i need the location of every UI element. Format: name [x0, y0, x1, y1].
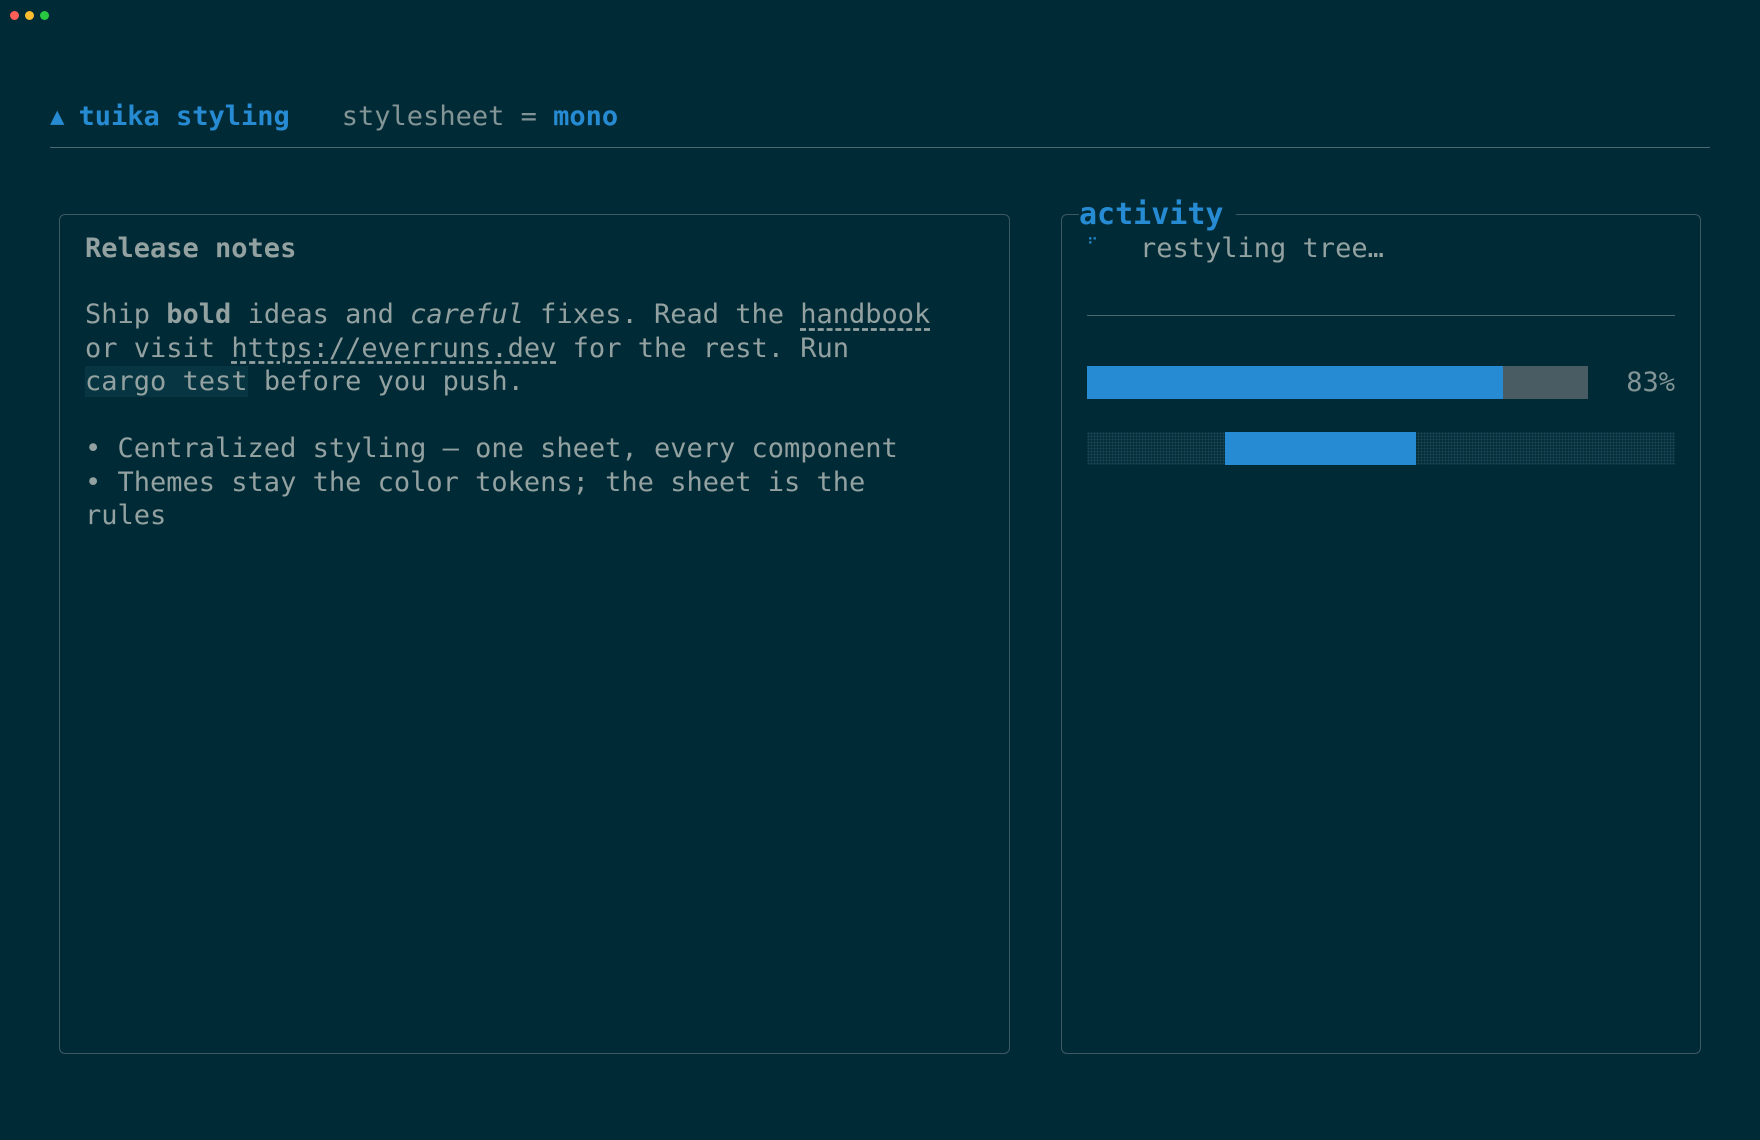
progress-bar-fill — [1087, 366, 1503, 399]
list-item: • Centralized styling — one sheet, every… — [85, 433, 898, 464]
list-item-continuation: rules — [85, 500, 167, 531]
activity-panel — [1061, 214, 1701, 1054]
inline-code: cargo test — [85, 366, 248, 397]
progress-percent: 83% — [1626, 367, 1675, 398]
notes-list: • Centralized styling — one sheet, every… — [85, 432, 898, 533]
stylesheet-value: mono — [553, 100, 619, 132]
window-controls — [10, 11, 49, 20]
close-button[interactable] — [10, 11, 19, 20]
app-header: ▲ tuika styling stylesheet = mono — [50, 96, 618, 136]
activity-divider — [1087, 315, 1675, 316]
minimize-button[interactable] — [25, 11, 34, 20]
bold-text: bold — [166, 299, 232, 330]
italic-text: careful — [410, 299, 524, 330]
activity-title: activity — [1079, 197, 1236, 233]
notes-paragraph: Ship bold ideas and careful fixes. Read … — [85, 299, 931, 397]
progress-bar — [1087, 366, 1588, 399]
indeterminate-progress-track — [1087, 432, 1675, 465]
indeterminate-progress-chunk — [1225, 432, 1417, 465]
zoom-button[interactable] — [40, 11, 49, 20]
spinner-icon: ⠋ — [1087, 235, 1098, 253]
handbook-link[interactable]: handbook — [800, 299, 930, 330]
header-divider — [50, 147, 1710, 148]
everruns-link[interactable]: https://everruns.dev — [231, 333, 556, 364]
app-title: tuika styling — [78, 100, 290, 132]
stylesheet-key: stylesheet — [341, 100, 505, 132]
equals-sign: = — [520, 100, 537, 132]
list-item: • Themes stay the color tokens; the shee… — [85, 466, 866, 498]
activity-status: restyling tree… — [1140, 233, 1384, 264]
notes-title: Release notes — [85, 233, 297, 264]
triangle-up-icon: ▲ — [50, 102, 65, 130]
